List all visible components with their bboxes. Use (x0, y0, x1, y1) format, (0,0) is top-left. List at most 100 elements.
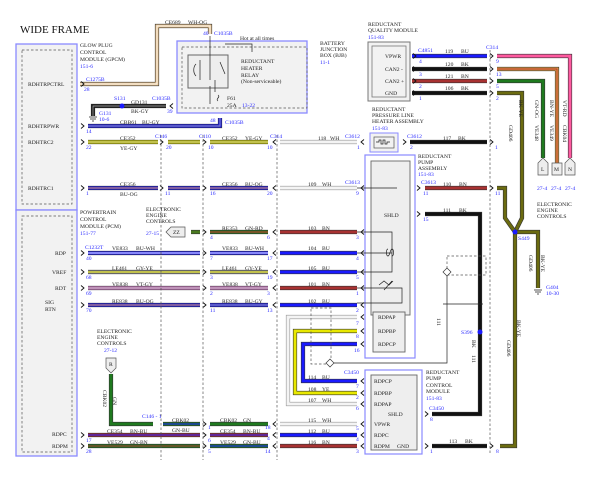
circuit-label: BU (322, 246, 330, 252)
connector-label[interactable]: C110 (199, 134, 211, 140)
connector-label[interactable]: C3612 (407, 134, 422, 140)
ground-ref[interactable]: 10-6 (99, 117, 109, 123)
connector-label[interactable]: C146 (155, 134, 167, 140)
circuit-label: RE353 (222, 226, 238, 232)
eec-ref[interactable]: 27-12 (104, 348, 117, 354)
pin-number: 14 (86, 129, 92, 135)
pin-number: 6 (356, 406, 359, 412)
splice-label[interactable]: S131 (114, 96, 126, 102)
connector-label[interactable]: C1232T (85, 245, 104, 251)
connector-label[interactable]: C4851 (418, 48, 433, 54)
ref[interactable]: 27-4 (565, 186, 575, 192)
reductant-pump-assembly[interactable]: SHLD RDPAP RDPBP RDPCP (357, 154, 416, 359)
pin-number: 11 (165, 191, 171, 197)
reductant-pump-control-module[interactable]: RDPCP RDPBP RDPAP SHLD VPWR RDPC RDPM GN… (364, 369, 423, 455)
pin-number: 28 (86, 449, 92, 455)
gpcm-module[interactable]: RDHTRPCTRL RDHTRPWR RDHTRC2 RDHTRC1 (15, 43, 78, 211)
connector-arrow-icon (424, 443, 429, 449)
pin-label: CAN2 + (385, 79, 404, 85)
circuit-label: VE529 (107, 440, 123, 446)
pin-number: 11 (495, 191, 501, 197)
connector-label[interactable]: C1275B (86, 77, 105, 83)
circuit-label: BU-GY (142, 120, 160, 126)
connector-label[interactable]: C146 - 1 (142, 414, 162, 420)
circuit-label: VE838 (222, 282, 238, 288)
circuit-label: VE529 (220, 440, 236, 446)
ref[interactable]: 27-4 (551, 186, 561, 192)
circuit-label: BN (322, 226, 330, 232)
l-label: L (541, 167, 545, 173)
fuse-ref[interactable]: 13-22 (242, 103, 255, 109)
pin-number: 16 (210, 191, 216, 197)
circuit-label: CE354 (220, 429, 236, 435)
pressure-line-heater-assembly[interactable] (369, 132, 399, 153)
connector-arrow-icon (489, 53, 494, 59)
pin-number: 1 (495, 145, 498, 151)
pin-label: RDPBP (378, 329, 396, 335)
eec-ref[interactable]: 27-15 (146, 231, 159, 237)
pump-ref[interactable]: 151-83 (418, 172, 434, 178)
pin-number: 5 (208, 449, 211, 455)
connector-arrow-icon (202, 250, 207, 256)
connector-label[interactable]: C3450 (344, 370, 359, 376)
pin-number: 2 (210, 291, 213, 297)
pin-number: 2 (496, 96, 499, 102)
connector-label[interactable]: C3450 (429, 406, 444, 412)
pin-label: VPWR (374, 422, 390, 428)
connector-label[interactable]: C314 (270, 134, 282, 140)
rpcm-ref[interactable]: 151-83 (426, 396, 442, 402)
lmn-connectors[interactable]: L M N 27-4 27-4 27-4 (537, 157, 575, 192)
bjb-name: BOX (BJB) (320, 52, 347, 59)
bjb-ref[interactable]: 11-1 (320, 60, 330, 66)
pin-number: 15 (423, 217, 429, 223)
circuit-label: 101 (308, 282, 317, 288)
circuit-label: GN-RD (245, 226, 263, 232)
pin-number: 7 (356, 321, 359, 327)
connector-label[interactable]: C3613 (421, 180, 436, 186)
circuit-label: GN-OG (533, 100, 539, 118)
connector-label[interactable]: C1035B (214, 31, 233, 37)
connector-label[interactable]: C1035B (225, 120, 244, 126)
connector-arrow-icon (202, 443, 207, 449)
connector-arrow-icon (272, 139, 277, 145)
rqm-ref[interactable]: 151-83 (368, 35, 384, 41)
circuit-label: BK (461, 86, 469, 92)
splice-label[interactable]: S449 (518, 236, 530, 242)
circuit-label: CE689 (165, 20, 181, 26)
circuit-label: 121 (445, 74, 454, 80)
wire-stroke (500, 232, 517, 448)
diagram-title: WIDE FRAME (20, 24, 90, 36)
pin-label: VREF (52, 270, 66, 276)
ref[interactable]: 27-4 (537, 186, 547, 192)
splice-s396 (477, 329, 483, 335)
connector-arrow-icon (272, 250, 277, 256)
pcm-ref[interactable]: 151-77 (80, 231, 96, 237)
connector-label[interactable]: C314 (486, 45, 498, 51)
connector-arrow-icon (202, 432, 207, 438)
pin-label: RDT (55, 286, 67, 292)
pcm-name: MODULE (PCM) (80, 223, 121, 230)
reductant-quality-module[interactable]: VPWR CAN2 - CAN2 + GND (367, 41, 411, 102)
connector-label[interactable]: C1035B (152, 96, 171, 102)
connector-arrow-icon (80, 302, 85, 308)
pin-number: 4 (356, 437, 359, 443)
circuit-label: VT-RD (561, 100, 567, 117)
circuit-label: 111 (443, 208, 451, 214)
ground-ref[interactable]: 10-30 (546, 291, 559, 297)
connector-label[interactable]: C3613 (345, 180, 360, 186)
splice-label[interactable]: S396 (461, 330, 473, 336)
pin-number: 40 (86, 256, 92, 262)
heater-ref[interactable]: 151-83 (372, 126, 388, 132)
circuit-label: BN-BU (243, 429, 260, 435)
pcm-module[interactable]: RDP VREF RDT SIG RTN RDPC RDPM (15, 209, 78, 457)
connector-label[interactable]: C3612 (345, 134, 360, 140)
gpcm-ref[interactable]: 151-6 (80, 64, 93, 70)
connector-arrow-icon (360, 390, 365, 396)
pin-number: 11 (423, 191, 429, 197)
connector-arrow-icon (80, 123, 85, 129)
connector-arrow-icon (416, 211, 421, 217)
pin-number: 17 (267, 256, 273, 262)
circuit-label: GY-YE (245, 266, 262, 272)
circuit-label: 109 (308, 182, 317, 188)
circuit-label: YE-GY (120, 146, 137, 152)
